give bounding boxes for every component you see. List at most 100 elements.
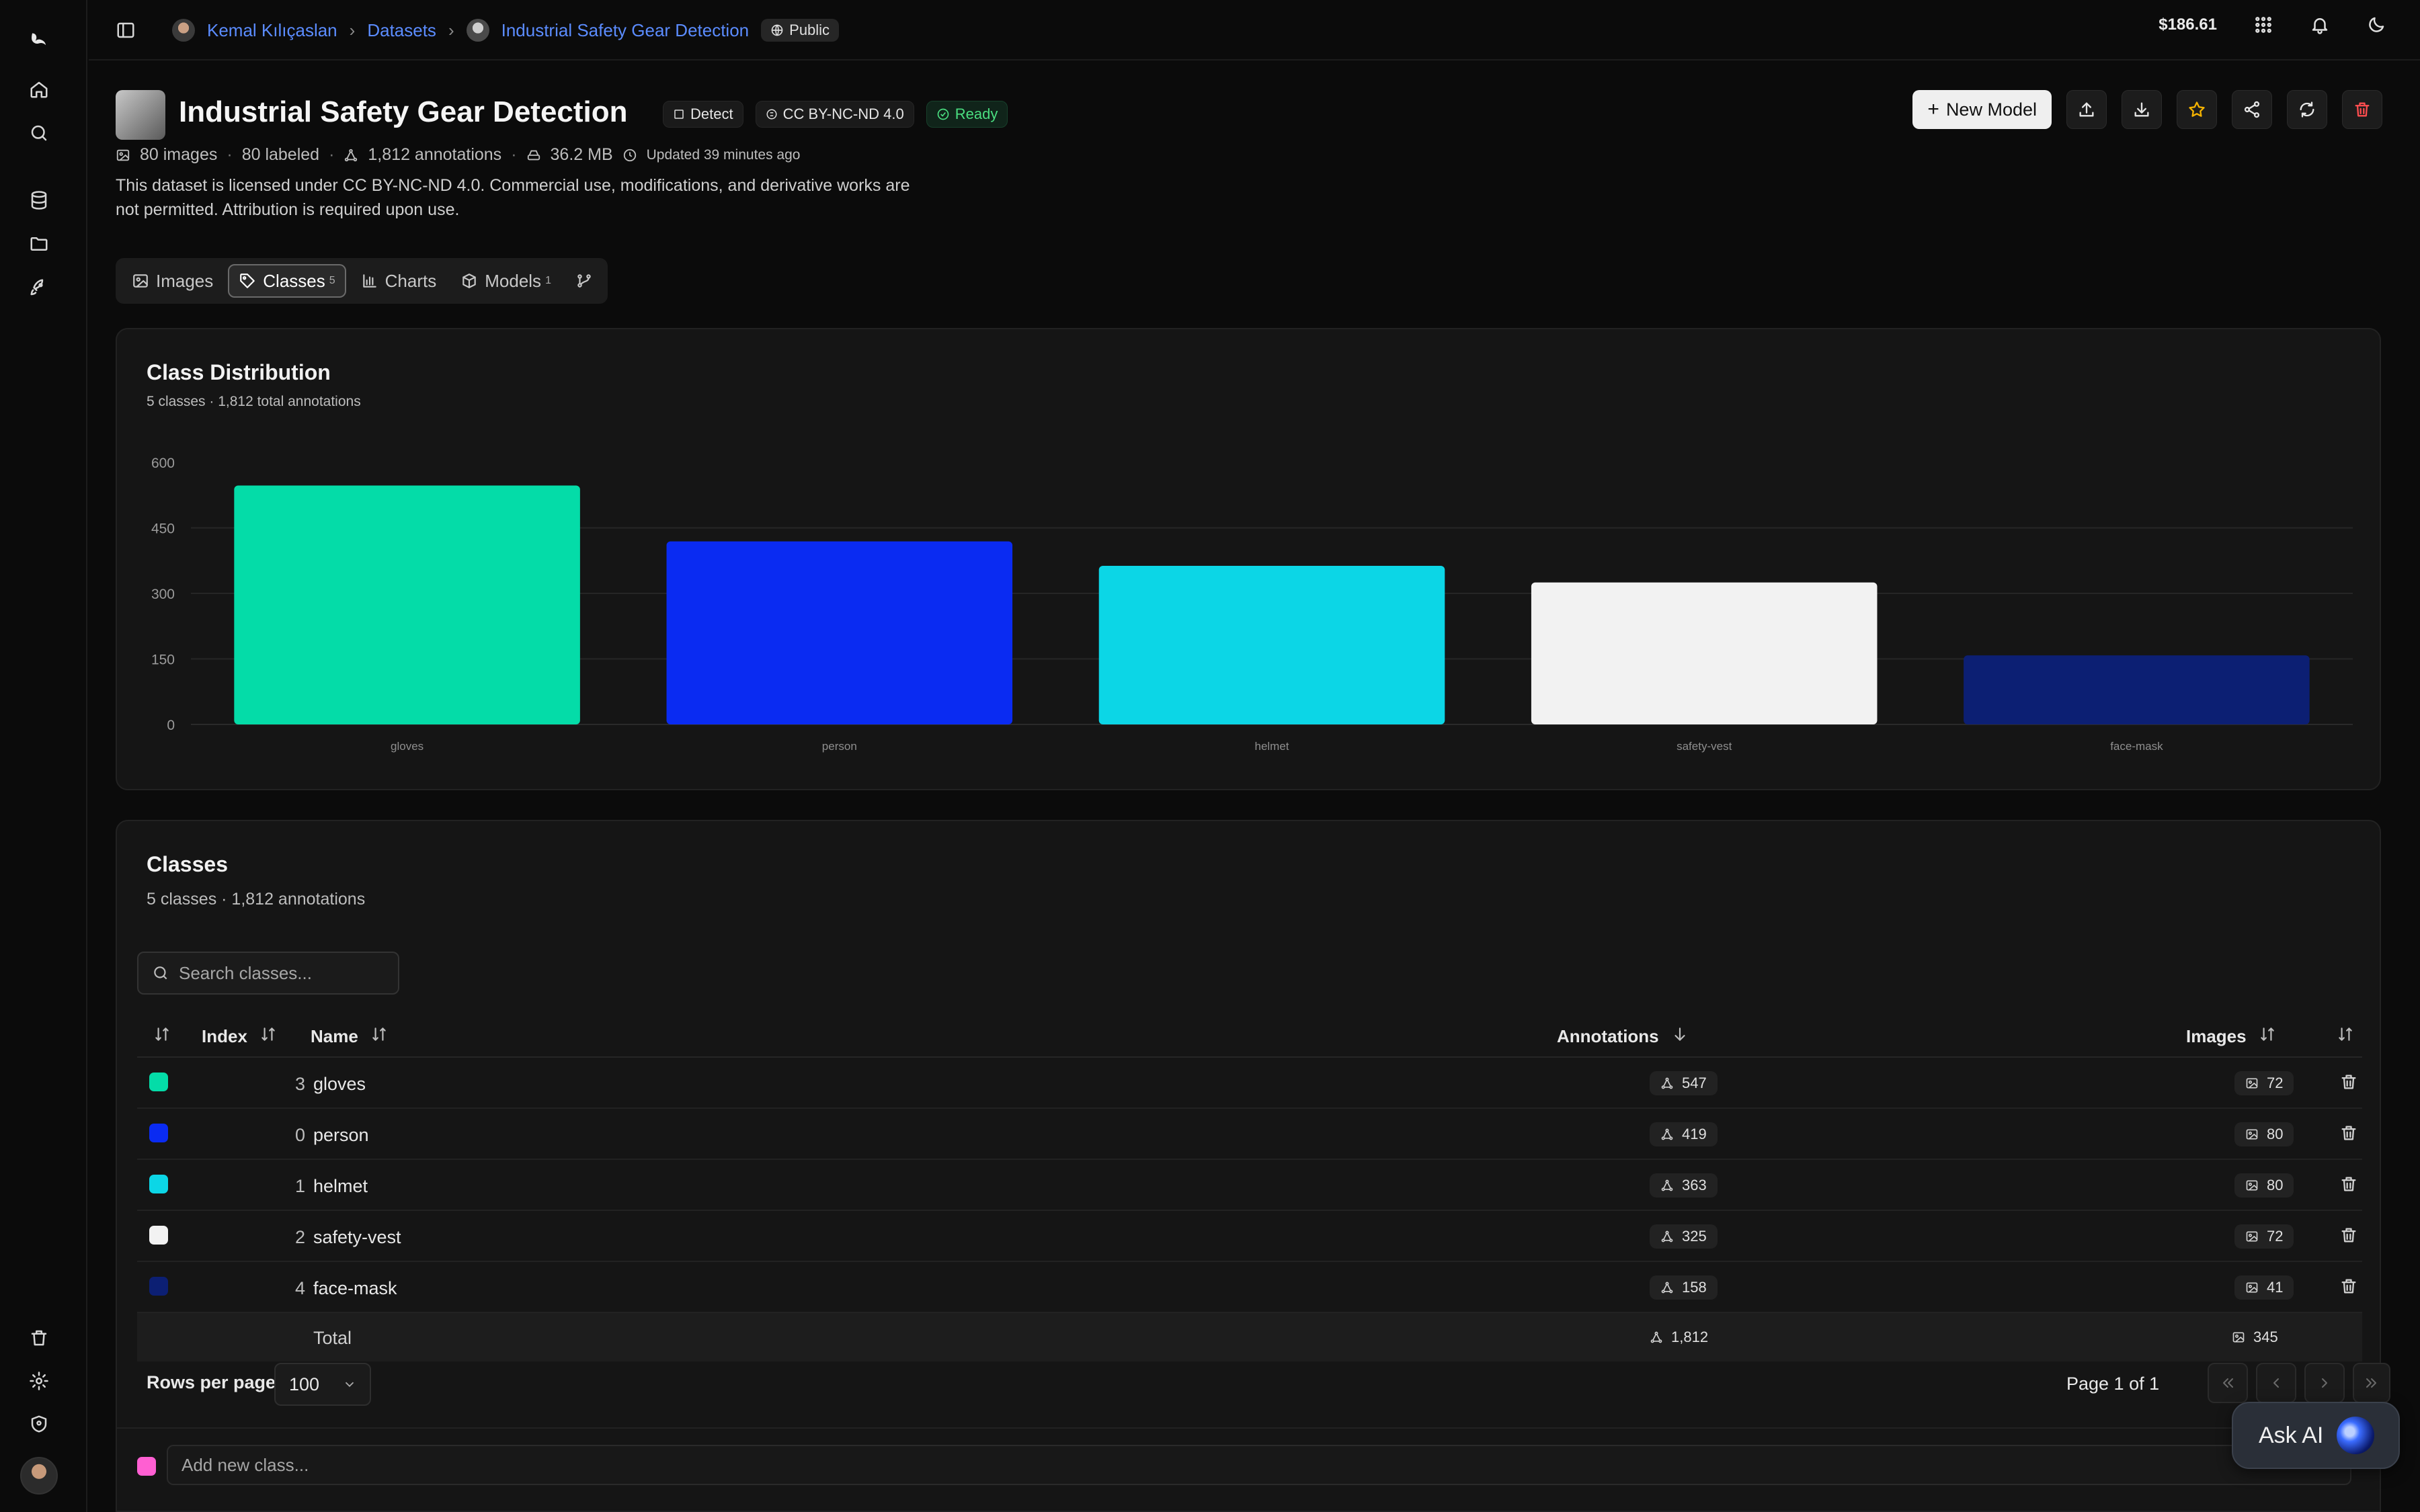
bell-icon[interactable]: [2310, 15, 2330, 35]
add-class-row: [137, 1445, 2362, 1488]
balance[interactable]: $186.61: [2159, 15, 2217, 34]
shield-icon[interactable]: [24, 1409, 54, 1439]
logo-icon[interactable]: [24, 23, 54, 54]
class-name[interactable]: face-mask: [313, 1278, 397, 1299]
class-color-swatch[interactable]: [149, 1277, 168, 1296]
table-row[interactable]: 3 gloves 547 72: [137, 1058, 2362, 1109]
moon-icon[interactable]: [2366, 15, 2386, 35]
divider: [117, 1427, 2380, 1429]
tab-images[interactable]: Images: [122, 264, 223, 298]
breadcrumb-datasets-link[interactable]: Datasets: [367, 20, 436, 41]
class-name[interactable]: person: [313, 1125, 369, 1146]
image-icon: [2246, 1129, 2258, 1140]
table-row[interactable]: 0 person 419 80: [137, 1109, 2362, 1160]
col-name[interactable]: Name: [311, 1025, 388, 1048]
folder-icon[interactable]: [24, 228, 54, 259]
class-distribution-card: Class Distribution 5 classes · 1,812 tot…: [116, 328, 2381, 790]
search-input[interactable]: [179, 962, 394, 984]
annotation-icon: [1661, 1077, 1673, 1089]
classes-card: Classes 5 classes · 1,812 annotations In…: [116, 820, 2390, 1512]
x-tick-label: person: [822, 740, 857, 753]
delete-class-button[interactable]: [2339, 1226, 2360, 1246]
color-sort-button[interactable]: [153, 1025, 171, 1043]
class-name[interactable]: safety-vest: [313, 1227, 401, 1248]
breadcrumb-dataset-link[interactable]: Industrial Safety Gear Detection: [501, 20, 750, 41]
rocket-icon[interactable]: [24, 272, 54, 303]
trash-icon: [2341, 1279, 2356, 1294]
search-icon[interactable]: [24, 118, 54, 149]
ask-ai-button[interactable]: Ask AI: [2232, 1402, 2400, 1469]
annotation-count: 1,812 annotations: [368, 145, 502, 164]
share-button[interactable]: [2232, 90, 2272, 129]
image-count: 72: [2267, 1228, 2284, 1245]
annotation-count-badge: 547: [1650, 1071, 1718, 1095]
plus-icon: +: [1927, 98, 1939, 120]
gear-icon[interactable]: [24, 1366, 54, 1396]
chevron-right-icon: ›: [448, 19, 454, 40]
class-color-swatch[interactable]: [149, 1124, 168, 1142]
new-model-button[interactable]: + New Model: [1912, 90, 2052, 129]
classes-title: Classes: [147, 852, 228, 876]
x-tick-label: helmet: [1254, 740, 1289, 753]
database-icon[interactable]: [24, 185, 54, 216]
next-page-button[interactable]: [2304, 1363, 2345, 1403]
tab-branch[interactable]: [566, 264, 602, 298]
prev-page-button[interactable]: [2256, 1363, 2296, 1403]
table-row[interactable]: 4 face-mask 158 41: [137, 1262, 2362, 1313]
upload-button[interactable]: [2066, 90, 2107, 129]
tab-classes[interactable]: Classes 5: [228, 264, 346, 298]
table-row[interactable]: 2 safety-vest 325 72: [137, 1211, 2362, 1262]
home-icon[interactable]: [24, 74, 54, 105]
topbar-right: $186.61: [2159, 15, 2386, 35]
breadcrumb-user-link[interactable]: Kemal Kılıçaslan: [207, 20, 337, 41]
star-button[interactable]: [2177, 90, 2217, 129]
refresh-button[interactable]: [2287, 90, 2327, 129]
col-index[interactable]: Index: [202, 1025, 277, 1048]
delete-class-button[interactable]: [2339, 1073, 2360, 1093]
visibility-label: Public: [789, 22, 830, 38]
rows-per-page-select[interactable]: 100: [274, 1363, 371, 1406]
delete-dataset-button[interactable]: [2342, 90, 2382, 129]
class-index: 1: [294, 1176, 305, 1196]
bar-helmet[interactable]: [1098, 566, 1445, 724]
page-indicator: Page 1 of 1: [2066, 1374, 2160, 1394]
table-row[interactable]: 1 helmet 363 80: [137, 1160, 2362, 1211]
last-page-button[interactable]: [2353, 1363, 2390, 1403]
class-color-swatch[interactable]: [149, 1226, 168, 1245]
dataset-meta: 80 images · 80 labeled · 1,812 annotatio…: [116, 145, 800, 165]
col-images[interactable]: Images: [2186, 1025, 2276, 1048]
first-page-button[interactable]: [2208, 1363, 2248, 1403]
download-button[interactable]: [2122, 90, 2162, 129]
total-images-value: 345: [2253, 1329, 2278, 1345]
delete-class-button[interactable]: [2339, 1124, 2360, 1144]
bar-gloves[interactable]: [234, 485, 580, 724]
bar-person[interactable]: [666, 541, 1013, 724]
delete-class-button[interactable]: [2339, 1175, 2360, 1195]
apps-grid-icon[interactable]: [2253, 15, 2273, 35]
class-color-swatch[interactable]: [149, 1073, 168, 1091]
annotation-icon: [1661, 1128, 1673, 1140]
total-annotations-value: 1,812: [1671, 1329, 1709, 1345]
class-color-swatch[interactable]: [149, 1175, 168, 1193]
table-total-row: Total 1,812 345: [137, 1313, 2362, 1361]
image-icon: [116, 149, 130, 161]
bar-face-mask[interactable]: [1964, 655, 2310, 724]
col-annotations[interactable]: Annotations: [1557, 1025, 1689, 1048]
updated-time: Updated 39 minutes ago: [646, 146, 801, 163]
status-label: Ready: [955, 106, 998, 122]
actions-sort-button[interactable]: [2337, 1025, 2354, 1043]
add-class-input[interactable]: [167, 1445, 2351, 1485]
tab-models[interactable]: Models 1: [451, 264, 561, 298]
col-annotations-label: Annotations: [1557, 1026, 1659, 1046]
avatar[interactable]: [20, 1457, 58, 1495]
ask-ai-label: Ask AI: [2259, 1422, 2324, 1448]
sidebar-toggle-icon[interactable]: [116, 20, 136, 40]
bar-safety-vest[interactable]: [1531, 582, 1878, 724]
class-name[interactable]: gloves: [313, 1074, 366, 1095]
trash-icon[interactable]: [24, 1322, 54, 1353]
delete-class-button[interactable]: [2339, 1277, 2360, 1297]
col-name-label: Name: [311, 1026, 358, 1046]
class-name[interactable]: helmet: [313, 1176, 368, 1197]
new-class-color-swatch[interactable]: [137, 1457, 156, 1476]
tab-charts[interactable]: Charts: [352, 264, 446, 298]
